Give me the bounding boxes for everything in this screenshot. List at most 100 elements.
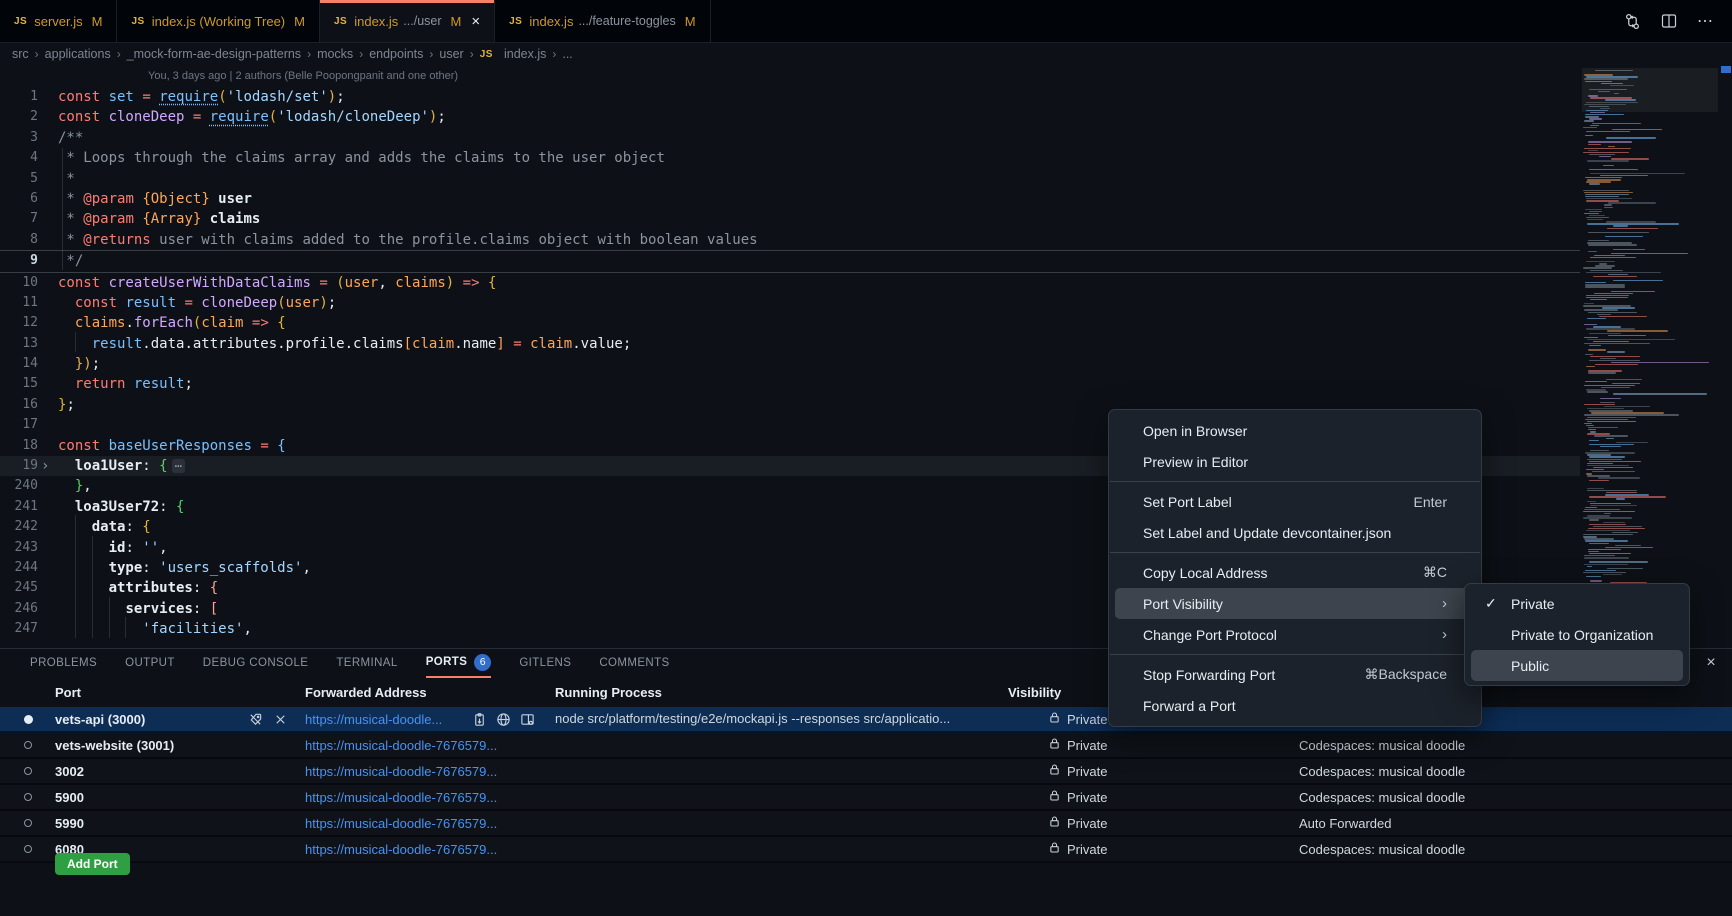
code-line[interactable]: 9 */	[0, 250, 1580, 272]
minimap-line	[1589, 345, 1601, 346]
tab-index-js-working-tree-[interactable]: JSindex.js (Working Tree)M	[117, 0, 320, 42]
menu-item-open-in-browser[interactable]: Open in Browser	[1115, 415, 1475, 446]
copy-address-icon[interactable]	[472, 712, 487, 727]
minimap[interactable]	[1582, 66, 1718, 600]
submenu-item-private-to-organization[interactable]: Private to Organization	[1471, 619, 1683, 650]
code-line[interactable]: 10const createUserWithDataClaims = (user…	[0, 273, 1580, 293]
line-number: 247	[0, 619, 38, 639]
code-line[interactable]: 13 result.data.attributes.profile.claims…	[0, 334, 1580, 354]
check-icon: ✓	[1485, 595, 1497, 612]
minimap-line	[1605, 99, 1636, 100]
forwarded-address-link[interactable]: https://musical-doodle-7676579...	[305, 816, 497, 831]
breadcrumb-item[interactable]: src	[12, 47, 29, 61]
port-row-5990[interactable]: 5990https://musical-doodle-7676579...Pri…	[0, 811, 1732, 837]
forwarded-address-link[interactable]: https://musical-doodle-7676579...	[305, 764, 497, 779]
breadcrumb[interactable]: src›applications›_mock-form-ae-design-pa…	[12, 42, 573, 66]
line-number: 2	[0, 107, 38, 127]
code-line[interactable]: 8 * @returns user with claims added to t…	[0, 230, 1580, 250]
breadcrumb-item[interactable]: _mock-form-ae-design-patterns	[127, 47, 301, 61]
forwarded-address-link[interactable]: https://musical-doodle-7676579...	[305, 738, 497, 753]
breadcrumb-item[interactable]: mocks	[317, 47, 353, 61]
split-editor-icon[interactable]	[1661, 13, 1677, 29]
menu-item-stop-forwarding-port[interactable]: Stop Forwarding Port⌘Backspace	[1115, 659, 1475, 690]
indent-guide	[109, 597, 110, 638]
breadcrumb-item[interactable]: applications	[45, 47, 111, 61]
port-row-3002[interactable]: 3002https://musical-doodle-7676579...Pri…	[0, 759, 1732, 785]
close-icon[interactable]	[273, 712, 288, 727]
code-line[interactable]: 14 });	[0, 354, 1580, 374]
fold-chevron-icon[interactable]: ›	[41, 456, 49, 476]
code-text: * @param {Array} claims	[58, 209, 260, 229]
minimap-line	[1606, 379, 1643, 380]
indent-guide	[125, 617, 126, 638]
add-port-button[interactable]: Add Port	[55, 853, 130, 875]
minimap-line	[1589, 211, 1602, 212]
port-row-vets-website-3001-[interactable]: vets-website (3001)https://musical-doodl…	[0, 733, 1732, 759]
port-row-5900[interactable]: 5900https://musical-doodle-7676579...Pri…	[0, 785, 1732, 811]
breadcrumb-item[interactable]: endpoints	[369, 47, 423, 61]
code-text: type: 'users_scaffolds',	[58, 558, 311, 578]
port-row-6080[interactable]: 6080https://musical-doodle-7676579...Pri…	[0, 837, 1732, 863]
menu-item-label: Stop Forwarding Port	[1143, 667, 1275, 683]
code-line[interactable]: 5 *	[0, 169, 1580, 189]
minimap-line	[1593, 276, 1636, 277]
forwarded-address-link[interactable]: https://musical-doodle...	[305, 712, 442, 727]
tab-server-js[interactable]: JSserver.jsM	[0, 0, 117, 42]
panel-tab-problems[interactable]: PROBLEMS	[30, 649, 97, 677]
code-line[interactable]: 11 const result = cloneDeep(user);	[0, 293, 1580, 313]
compare-changes-icon[interactable]	[1624, 13, 1641, 30]
tab-index-js[interactable]: JSindex.js.../userM×	[320, 0, 495, 42]
panel-tab-debug-console[interactable]: DEBUG CONSOLE	[203, 649, 309, 677]
tab-index-js[interactable]: JSindex.js.../feature-togglesM	[495, 0, 710, 42]
code-line[interactable]: 3/**	[0, 128, 1580, 148]
minimap-line	[1604, 204, 1612, 205]
panel-close-icon[interactable]: ×	[1700, 652, 1722, 674]
visibility-label: Private	[1067, 712, 1107, 727]
forwarded-address-link[interactable]: https://musical-doodle-7676579...	[305, 790, 497, 805]
preview-editor-icon[interactable]	[520, 712, 535, 727]
forwarded-address-cell: https://musical-doodle...	[305, 707, 442, 731]
menu-item-set-label-and-update-devcontainer-json[interactable]: Set Label and Update devcontainer.json	[1115, 517, 1475, 548]
code-line[interactable]: 15 return result;	[0, 374, 1580, 394]
code-text: const cloneDeep = require('lodash/cloneD…	[58, 107, 446, 127]
forwarded-address-link[interactable]: https://musical-doodle-7676579...	[305, 842, 497, 857]
menu-item-set-port-label[interactable]: Set Port LabelEnter	[1115, 486, 1475, 517]
code-line[interactable]: 4 * Loops through the claims array and a…	[0, 148, 1580, 168]
idle-dot-icon	[24, 793, 32, 801]
code-line[interactable]: 6 * @param {Object} user	[0, 189, 1580, 209]
minimap-line	[1583, 190, 1628, 191]
lock-icon	[1048, 711, 1061, 727]
tag-slash-icon[interactable]	[248, 712, 263, 727]
more-actions-icon[interactable]: ⋯	[1697, 11, 1714, 31]
panel-tab-terminal[interactable]: TERMINAL	[336, 649, 397, 677]
submenu-item-private[interactable]: ✓Private	[1471, 588, 1683, 619]
panel-tab-output[interactable]: OUTPUT	[125, 649, 175, 677]
menu-item-change-port-protocol[interactable]: Change Port Protocol›	[1115, 619, 1475, 650]
code-line[interactable]: 12 claims.forEach(claim => {	[0, 313, 1580, 333]
breadcrumb-item[interactable]: index.js	[504, 47, 546, 61]
minimap-line	[1584, 148, 1631, 149]
visibility-label: Private	[1067, 816, 1107, 831]
port-state-indicator	[22, 733, 34, 757]
code-text: };	[58, 395, 75, 415]
panel-tab-comments[interactable]: COMMENTS	[599, 649, 669, 677]
breadcrumb-item[interactable]: ...	[562, 47, 572, 61]
panel-tab-gitlens[interactable]: GITLENS	[519, 649, 571, 677]
code-line[interactable]: 1const set = require('lodash/set');	[0, 87, 1580, 107]
menu-item-port-visibility[interactable]: Port Visibility›	[1115, 588, 1475, 619]
submenu-item-public[interactable]: Public	[1471, 650, 1683, 681]
minimap-line	[1583, 127, 1597, 128]
line-number: 8	[0, 230, 38, 250]
menu-item-copy-local-address[interactable]: Copy Local Address⌘C	[1115, 557, 1475, 588]
panel-tab-ports[interactable]: PORTS6	[426, 648, 492, 678]
code-line[interactable]: 2 const cloneDeep = require('lodash/clone…	[0, 107, 1580, 127]
minimap-line	[1605, 236, 1643, 237]
breadcrumb-item[interactable]: user	[439, 47, 463, 61]
minimap-line	[1587, 566, 1592, 567]
tab-close-icon[interactable]: ×	[471, 13, 480, 30]
menu-item-forward-a-port[interactable]: Forward a Port	[1115, 690, 1475, 721]
menu-item-label: Copy Local Address	[1143, 565, 1268, 581]
code-line[interactable]: 7 * @param {Array} claims	[0, 209, 1580, 229]
menu-item-preview-in-editor[interactable]: Preview in Editor	[1115, 446, 1475, 477]
open-browser-icon[interactable]	[496, 712, 511, 727]
